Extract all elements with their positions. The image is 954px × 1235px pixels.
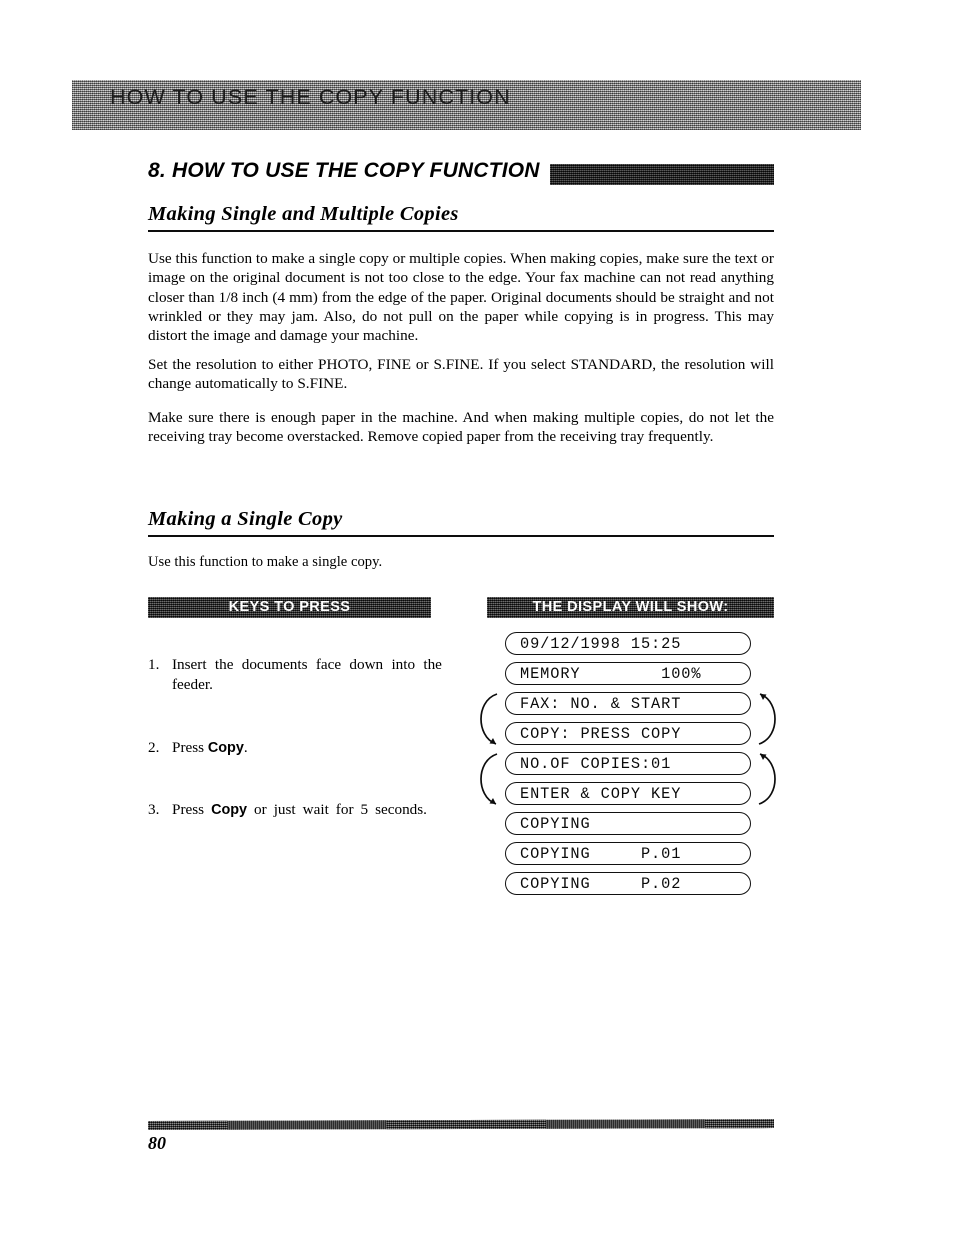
lcd-display-list: 09/12/1998 15:25 MEMORY 100% FAX: NO. & …: [480, 632, 776, 902]
key-name-copy: Copy: [207, 740, 244, 756]
heading-rule: [148, 535, 774, 537]
lcd-line-no-of-copies: NO.OF COPIES:01: [505, 752, 751, 775]
lcd-line-text: MEMORY 100%: [520, 665, 702, 683]
list-item: 2. Press Copy.: [148, 738, 448, 759]
footer-rule: [147, 1119, 775, 1130]
step-text: Press Copy.: [172, 738, 448, 759]
list-item: 1. Insert the documents face down into t…: [148, 655, 448, 694]
section-heading-single-copy: Making a Single Copy: [148, 508, 774, 537]
cycle-arrow-left-icon: [477, 748, 499, 810]
cycle-arrow-left-icon: [477, 688, 499, 750]
lcd-line-text: COPYING P.02: [520, 875, 682, 893]
keys-to-press-banner-label: KEYS TO PRESS: [228, 599, 351, 615]
list-item: 3. Press Copy or just wait for 5 seconds…: [148, 800, 448, 821]
steps-list: 1. Insert the documents face down into t…: [148, 655, 448, 820]
step-number: 1.: [148, 656, 160, 673]
lcd-line-memory: MEMORY 100%: [505, 662, 751, 685]
lcd-line-copying-p02: COPYING P.02: [505, 872, 751, 895]
lcd-line-datetime: 09/12/1998 15:25: [505, 632, 751, 655]
cycle-arrow-right-icon: [757, 748, 779, 810]
key-name-copy: Copy: [211, 801, 248, 818]
step-text-before: Insert the documents face down into the …: [172, 656, 442, 693]
running-header-band: HOW TO USE THE COPY FUNCTION: [72, 80, 861, 130]
paragraph-copy-guidelines: Use this function to make a single copy …: [148, 250, 774, 345]
chapter-title-decoration-block: [550, 164, 774, 185]
step-number: 2.: [148, 739, 160, 756]
step-text-after: .: [243, 739, 248, 756]
step-text-before: Press: [172, 800, 212, 818]
lcd-line-copying: COPYING: [505, 812, 751, 835]
page-title: 8. HOW TO USE THE COPY FUNCTION: [148, 159, 540, 182]
paragraph-paper-tray: Make sure there is enough paper in the m…: [148, 409, 774, 446]
step-text-before: Press: [172, 739, 208, 756]
display-will-show-banner-label: THE DISPLAY WILL SHOW:: [532, 599, 729, 615]
lcd-line-text: 09/12/1998 15:25: [520, 635, 682, 653]
lcd-line-text: ENTER & COPY KEY: [520, 785, 682, 803]
page-number: 80: [148, 1133, 166, 1153]
step-text: Press Copy or just wait for 5 seconds.: [172, 800, 448, 821]
section-heading-multiple-copies-label: Making Single and Multiple Copies: [148, 203, 459, 225]
step-text: Insert the documents face down into the …: [172, 655, 448, 694]
section-heading-single-copy-label: Making a Single Copy: [148, 508, 343, 530]
step-number: 3.: [148, 800, 160, 818]
heading-rule: [148, 230, 774, 232]
step-text-after: or just wait for 5 seconds.: [247, 800, 427, 818]
paragraph-resolution: Set the resolution to either PHOTO, FINE…: [148, 356, 774, 393]
lcd-line-enter-copy-key: ENTER & COPY KEY: [505, 782, 751, 805]
lcd-line-copying-p01: COPYING P.01: [505, 842, 751, 865]
chapter-title-row: 8. HOW TO USE THE COPY FUNCTION: [148, 159, 778, 189]
paragraph-single-copy-intro: Use this function to make a single copy.: [148, 554, 383, 570]
cycle-arrow-right-icon: [757, 688, 779, 750]
lcd-line-text: COPYING P.01: [520, 845, 682, 863]
section-heading-multiple-copies: Making Single and Multiple Copies: [148, 203, 774, 232]
keys-to-press-banner: KEYS TO PRESS: [148, 597, 431, 618]
lcd-line-text: COPY: PRESS COPY: [520, 725, 682, 743]
lcd-line-text: FAX: NO. & START: [520, 695, 682, 713]
lcd-line-text: COPYING: [520, 815, 591, 833]
lcd-line-copy-press-copy: COPY: PRESS COPY: [505, 722, 751, 745]
lcd-line-fax-no-start: FAX: NO. & START: [505, 692, 751, 715]
lcd-line-text: NO.OF COPIES:01: [520, 755, 672, 773]
running-header-text: HOW TO USE THE COPY FUNCTION: [110, 85, 511, 109]
display-will-show-banner: THE DISPLAY WILL SHOW:: [487, 597, 774, 618]
